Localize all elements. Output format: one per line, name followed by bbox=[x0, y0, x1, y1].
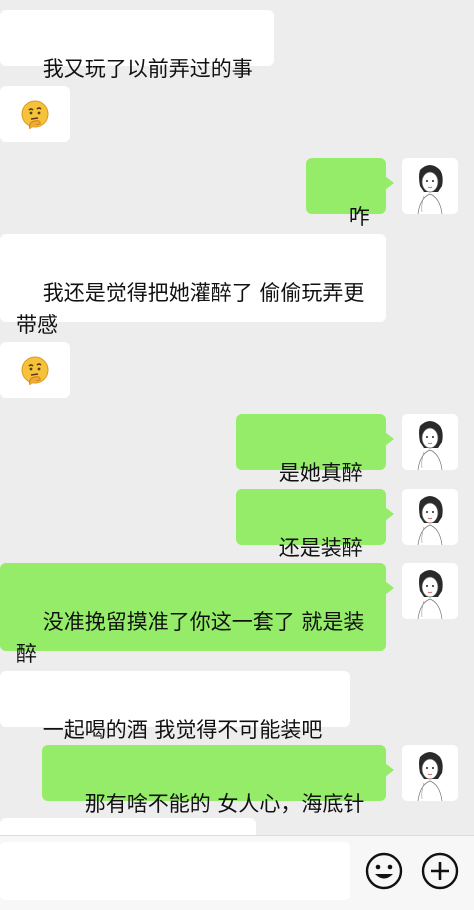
incoming-message-bubble[interactable]: 一起喝的酒 我觉得不可能装吧 bbox=[0, 671, 350, 742]
more-button[interactable] bbox=[420, 851, 460, 891]
message-text: 我还是觉得把她灌醉了 偷偷玩弄更带感 bbox=[16, 281, 365, 337]
avatar-girl-drawing bbox=[417, 496, 443, 545]
outgoing-message-bubble[interactable]: 咋说 bbox=[306, 158, 394, 261]
emoji-button[interactable] bbox=[364, 851, 404, 891]
avatar-girl-drawing bbox=[417, 570, 443, 619]
outgoing-message-bubble[interactable]: 是她真醉啊 bbox=[236, 414, 394, 517]
message-text: 那有啥不能的 女人心，海底针 bbox=[84, 792, 365, 816]
incoming-emoji-bubble[interactable] bbox=[0, 86, 70, 142]
incoming-emoji-bubble[interactable] bbox=[0, 342, 70, 398]
avatar-girl-drawing bbox=[417, 752, 443, 801]
thinking-face-icon bbox=[21, 100, 49, 129]
chat-message-list[interactable]: 我又玩了以前弄过的事 咋说 我还是觉得把她灌醉了 偷偷玩弄更带感 bbox=[0, 0, 474, 835]
avatar[interactable] bbox=[402, 489, 458, 545]
plus-circle-icon bbox=[421, 852, 459, 890]
outgoing-message-bubble[interactable]: 没准挽留摸准了你这一套了 就是装醉 bbox=[0, 563, 394, 666]
avatar[interactable] bbox=[402, 563, 458, 619]
incoming-message-bubble[interactable]: 我又玩了以前弄过的事 bbox=[0, 10, 274, 81]
message-text: 没准挽留摸准了你这一套了 就是装醉 bbox=[16, 610, 365, 666]
incoming-message-bubble-partial[interactable] bbox=[0, 818, 256, 835]
message-input[interactable] bbox=[0, 842, 350, 900]
avatar[interactable] bbox=[402, 414, 458, 470]
smiley-icon bbox=[365, 852, 403, 890]
avatar[interactable] bbox=[402, 745, 458, 801]
message-text: 我又玩了以前弄过的事 bbox=[42, 57, 253, 81]
message-text: 一起喝的酒 我觉得不可能装吧 bbox=[42, 718, 323, 742]
incoming-message-bubble[interactable]: 我还是觉得把她灌醉了 偷偷玩弄更带感 bbox=[0, 234, 386, 337]
avatar-girl-drawing bbox=[417, 421, 443, 470]
chat-input-bar bbox=[0, 835, 474, 910]
thinking-face-icon bbox=[21, 356, 49, 385]
outgoing-message-bubble[interactable]: 那有啥不能的 女人心，海底针 bbox=[42, 745, 394, 816]
outgoing-message-bubble[interactable]: 还是装醉啊 bbox=[236, 489, 394, 592]
avatar-girl-drawing bbox=[417, 165, 443, 214]
avatar[interactable] bbox=[402, 158, 458, 214]
